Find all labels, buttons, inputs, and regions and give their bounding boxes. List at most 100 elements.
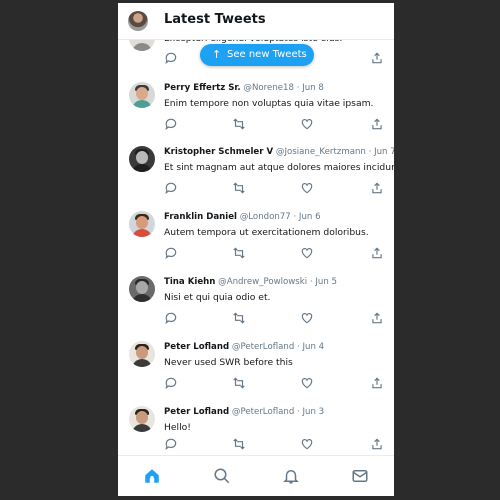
tweet-meta: Peter Lofland @PeterLofland · Jun 3	[164, 407, 324, 417]
messages-icon	[352, 470, 368, 482]
nav-search[interactable]	[213, 467, 231, 485]
like-button[interactable]	[300, 246, 314, 260]
reply-button[interactable]	[164, 51, 178, 65]
tweet[interactable]: Peter Lofland @PeterLofland · Jun 4 Neve…	[118, 331, 394, 397]
avatar[interactable]	[129, 341, 155, 367]
notifications-icon	[283, 470, 299, 484]
like-button[interactable]	[300, 376, 314, 390]
tweet[interactable]: Franklin Daniel @London77 · Jun 6 Autem …	[118, 201, 394, 267]
avatar[interactable]	[129, 146, 155, 172]
nav-home[interactable]	[143, 467, 161, 485]
see-new-tweets-button[interactable]: ↑ See new Tweets	[200, 44, 314, 66]
bottom-nav	[118, 455, 394, 496]
tweet-meta: Perry Effertz Sr. @Norene18 · Jun 8	[164, 83, 324, 93]
profile-avatar[interactable]	[128, 11, 148, 31]
tweet[interactable]: Perry Effertz Sr. @Norene18 · Jun 8 Enim…	[118, 72, 394, 137]
tweet[interactable]: Kristopher Schmeler V @Josiane_Kertzmann…	[118, 136, 394, 202]
author-name[interactable]: Peter Lofland	[164, 342, 229, 352]
author-handle[interactable]: @London77	[240, 212, 291, 222]
share-button[interactable]	[370, 246, 384, 260]
tweet-date[interactable]: · Jun 3	[297, 407, 324, 417]
avatar[interactable]	[129, 211, 155, 237]
nav-messages[interactable]	[351, 467, 369, 485]
tweet-actions	[164, 437, 384, 451]
nav-notifications[interactable]	[282, 467, 300, 485]
like-icon	[301, 313, 313, 324]
share-button[interactable]	[370, 117, 384, 131]
share-button[interactable]	[370, 51, 384, 65]
reply-button[interactable]	[164, 437, 178, 451]
tweet-date[interactable]: · Jun 6	[293, 212, 320, 222]
retweet-button[interactable]	[232, 117, 246, 131]
share-icon	[372, 118, 382, 130]
tweet-actions	[164, 117, 384, 131]
author-name[interactable]: Tina Kiehn	[164, 277, 215, 287]
retweet-button[interactable]	[232, 181, 246, 195]
like-button[interactable]	[300, 311, 314, 325]
author-name[interactable]: Franklin Daniel	[164, 212, 237, 222]
share-button[interactable]	[370, 311, 384, 325]
search-icon	[214, 468, 230, 484]
author-name[interactable]: Peter Lofland	[164, 407, 229, 417]
share-icon	[372, 247, 382, 259]
reply-button[interactable]	[164, 181, 178, 195]
author-name[interactable]: Kristopher Schmeler V	[164, 147, 273, 157]
author-handle[interactable]: @PeterLofland	[232, 407, 294, 417]
retweet-button[interactable]	[232, 376, 246, 390]
retweet-button[interactable]	[232, 437, 246, 451]
reply-icon	[165, 312, 177, 325]
reply-button[interactable]	[164, 311, 178, 325]
like-icon	[301, 378, 313, 389]
phone-screen: Excepturi eligendi voluptates iste eius.	[118, 3, 394, 496]
author-name[interactable]: Perry Effertz Sr.	[164, 83, 241, 93]
share-icon	[372, 182, 382, 194]
tweet-date[interactable]: · Jun 5	[310, 277, 337, 287]
tweet-text: Et sint magnam aut atque dolores maiores…	[164, 162, 394, 173]
tweet-text: Autem tempora ut exercitationem doloribu…	[164, 227, 369, 238]
share-button[interactable]	[370, 376, 384, 390]
tweet-date[interactable]: · Jun 4	[297, 342, 324, 352]
home-icon	[145, 469, 159, 483]
like-button[interactable]	[300, 117, 314, 131]
like-button[interactable]	[300, 181, 314, 195]
tweet-feed[interactable]: Excepturi eligendi voluptates iste eius.	[118, 3, 394, 455]
retweet-button[interactable]	[232, 246, 246, 260]
tweet-date[interactable]: · Jun 8	[297, 83, 324, 93]
reply-icon	[165, 182, 177, 195]
avatar[interactable]	[129, 406, 155, 432]
tweet[interactable]: Peter Lofland @PeterLofland · Jun 3 Hell…	[118, 396, 394, 455]
author-handle[interactable]: @Norene18	[243, 83, 294, 93]
share-icon	[372, 438, 382, 450]
author-handle[interactable]: @Andrew_Powlowski	[218, 277, 307, 287]
share-button[interactable]	[370, 181, 384, 195]
retweet-icon	[233, 438, 245, 450]
app-header: Latest Tweets	[118, 3, 394, 40]
like-icon	[301, 439, 313, 450]
reply-button[interactable]	[164, 376, 178, 390]
tweet-date[interactable]: · Jun 7	[369, 147, 394, 157]
retweet-icon	[233, 247, 245, 259]
retweet-button[interactable]	[232, 311, 246, 325]
tweet-actions	[164, 181, 384, 195]
see-new-tweets-label: See new Tweets	[227, 49, 307, 60]
reply-icon	[165, 438, 177, 451]
tweet-text: Hello!	[164, 422, 191, 433]
reply-icon	[165, 52, 177, 65]
author-handle[interactable]: @PeterLofland	[232, 342, 294, 352]
retweet-icon	[233, 377, 245, 389]
share-icon	[372, 52, 382, 64]
reply-icon	[165, 247, 177, 260]
avatar[interactable]	[129, 82, 155, 108]
page-title: Latest Tweets	[164, 12, 266, 27]
tweet-actions	[164, 311, 384, 325]
author-handle[interactable]: @Josiane_Kertzmann	[276, 147, 366, 157]
avatar[interactable]	[129, 276, 155, 302]
share-button[interactable]	[370, 437, 384, 451]
reply-button[interactable]	[164, 117, 178, 131]
tweet[interactable]: Tina Kiehn @Andrew_Powlowski · Jun 5 Nis…	[118, 266, 394, 332]
tweet-meta: Franklin Daniel @London77 · Jun 6	[164, 212, 321, 222]
like-icon	[301, 248, 313, 259]
tweet-meta: Peter Lofland @PeterLofland · Jun 4	[164, 342, 324, 352]
reply-button[interactable]	[164, 246, 178, 260]
like-button[interactable]	[300, 437, 314, 451]
